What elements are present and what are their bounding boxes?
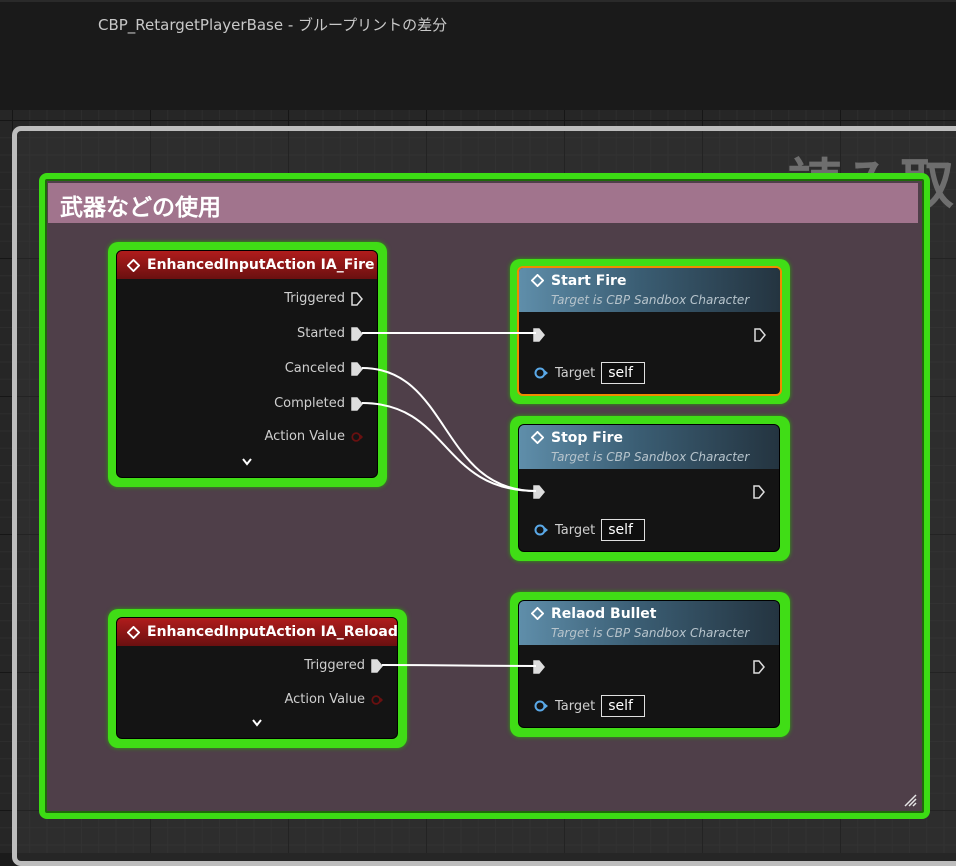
object-pin-icon[interactable]: [533, 523, 549, 537]
exec-pin-icon[interactable]: [351, 291, 363, 306]
reload-bullet-function-node[interactable]: Relaod Bullet Target is CBP Sandbox Char…: [518, 600, 780, 728]
exec-in-pin-icon[interactable]: [533, 485, 545, 499]
pin-label: Started: [296, 326, 345, 341]
start-fire-target-row[interactable]: Target self: [533, 362, 646, 384]
ia-fire-pin-canceled[interactable]: Canceled: [285, 361, 363, 376]
event-diamond-icon: [127, 625, 140, 639]
target-label: Target: [555, 698, 596, 714]
ia-reload-event-node[interactable]: EnhancedInputAction IA_Reload Triggered …: [116, 617, 398, 739]
exec-out-pin-icon[interactable]: [753, 485, 765, 499]
data-pin-icon[interactable]: [351, 430, 363, 444]
reload-bullet-node-subtitle: Target is CBP Sandbox Character: [551, 626, 750, 640]
expand-chevron-icon[interactable]: [241, 455, 253, 471]
exec-pin-icon[interactable]: [351, 361, 363, 376]
pin-label: Completed: [274, 396, 345, 411]
ia-fire-pin-action-value[interactable]: Action Value: [264, 429, 363, 444]
reload-bullet-target-row[interactable]: Target self: [533, 695, 646, 717]
ia-fire-event-node[interactable]: EnhancedInputAction IA_Fire Triggered St…: [116, 250, 378, 478]
window-title: CBP_RetargetPlayerBase - ブループリントの差分: [98, 16, 448, 34]
stop-fire-node-title: Stop Fire: [551, 430, 624, 446]
exec-pin-icon[interactable]: [371, 658, 383, 673]
pin-label: Action Value: [264, 429, 345, 444]
start-fire-function-node[interactable]: Start Fire Target is CBP Sandbox Charact…: [517, 266, 782, 396]
data-pin-icon[interactable]: [371, 693, 383, 707]
exec-in-pin-icon[interactable]: [533, 660, 545, 674]
stop-fire-node-subtitle: Target is CBP Sandbox Character: [551, 450, 750, 464]
target-value-field[interactable]: self: [601, 362, 646, 384]
pin-label: Canceled: [284, 361, 345, 376]
exec-pin-icon[interactable]: [351, 326, 363, 341]
pin-label: Action Value: [284, 692, 365, 707]
window-titlebar: CBP_RetargetPlayerBase - ブループリントの差分: [0, 0, 956, 110]
target-label: Target: [555, 522, 596, 538]
ia-fire-pin-completed[interactable]: Completed: [274, 396, 363, 411]
reload-bullet-node-title: Relaod Bullet: [551, 606, 657, 622]
reload-bullet-node-header[interactable]: Relaod Bullet Target is CBP Sandbox Char…: [519, 601, 779, 645]
start-fire-node-title: Start Fire: [551, 273, 627, 289]
function-diamond-icon: [531, 607, 544, 620]
function-diamond-icon: [531, 274, 544, 287]
object-pin-icon[interactable]: [533, 366, 549, 380]
ia-fire-pin-started[interactable]: Started: [297, 326, 363, 341]
resize-grip-icon[interactable]: [903, 793, 917, 807]
ia-reload-pin-action-value[interactable]: Action Value: [284, 692, 383, 707]
ia-fire-node-title: EnhancedInputAction IA_Fire: [147, 257, 375, 273]
ia-reload-pin-triggered[interactable]: Triggered: [304, 658, 383, 673]
exec-out-pin-icon[interactable]: [753, 660, 765, 674]
start-fire-node-header[interactable]: Start Fire Target is CBP Sandbox Charact…: [519, 268, 780, 312]
target-label: Target: [555, 365, 596, 381]
expand-chevron-icon[interactable]: [251, 716, 263, 732]
exec-pin-icon[interactable]: [351, 396, 363, 411]
comment-title: 武器などの使用: [60, 195, 221, 221]
start-fire-node-subtitle: Target is CBP Sandbox Character: [551, 293, 750, 307]
target-value-field[interactable]: self: [601, 519, 646, 541]
object-pin-icon[interactable]: [533, 699, 549, 713]
event-diamond-icon: [127, 258, 140, 272]
ia-fire-node-header[interactable]: EnhancedInputAction IA_Fire: [117, 251, 377, 279]
stop-fire-node-header[interactable]: Stop Fire Target is CBP Sandbox Characte…: [519, 425, 779, 469]
target-value-field[interactable]: self: [601, 695, 646, 717]
exec-out-pin-icon[interactable]: [754, 328, 766, 342]
ia-reload-node-header[interactable]: EnhancedInputAction IA_Reload: [117, 618, 397, 646]
stop-fire-target-row[interactable]: Target self: [533, 519, 646, 541]
pin-label: Triggered: [284, 291, 345, 306]
function-diamond-icon: [531, 431, 544, 444]
pin-label: Triggered: [304, 658, 365, 673]
ia-reload-node-title: EnhancedInputAction IA_Reload: [147, 624, 398, 640]
stop-fire-function-node[interactable]: Stop Fire Target is CBP Sandbox Characte…: [518, 424, 780, 552]
ia-fire-pin-triggered[interactable]: Triggered: [284, 291, 363, 306]
exec-in-pin-icon[interactable]: [533, 328, 545, 342]
